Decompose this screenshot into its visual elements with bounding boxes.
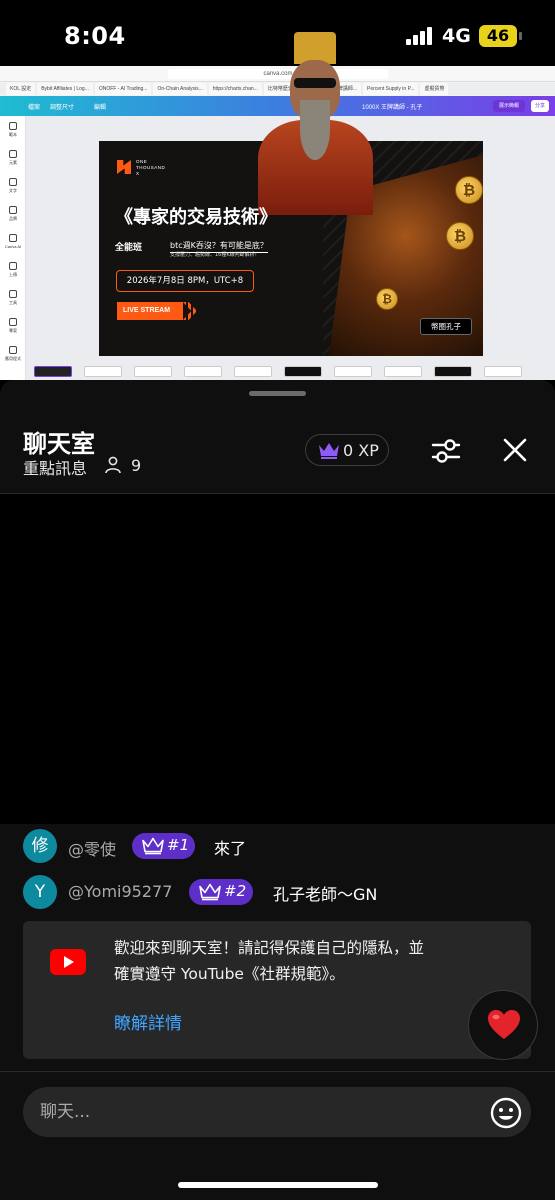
- browser-tab: Bybit Affiliates | Log...: [37, 83, 93, 95]
- canva-side-item: Canva AI: [0, 234, 26, 249]
- browser-tab: KOL 設定: [6, 83, 36, 95]
- filter-settings-icon[interactable]: [430, 435, 462, 467]
- chat-title: 聊天室: [23, 430, 95, 458]
- xp-value: 0 XP: [343, 441, 379, 460]
- canva-side-item: 工具: [0, 290, 26, 306]
- canva-side-item: 範本: [0, 122, 26, 138]
- crown-icon: [319, 443, 339, 459]
- message-author[interactable]: @零使: [68, 836, 116, 860]
- canva-present-button: 展示簡報: [493, 100, 525, 112]
- chat-mode-selector[interactable]: 重點訊息: [23, 455, 87, 479]
- rank-badge: #1: [132, 833, 195, 859]
- welcome-notice: 歡迎來到聊天室！請記得保護自己的隱私，並確實遵守 YouTube《社群規範》。 …: [23, 921, 531, 1059]
- slide-date: 2026年7月8日 8PM，UTC+8: [116, 270, 254, 292]
- slide-title: 《專家的交易技術》: [115, 207, 277, 228]
- canva-share-button: 分享: [531, 100, 549, 112]
- browser-bar: canva.com: [0, 66, 555, 82]
- browser-tab: Percent Supply in P...: [363, 83, 419, 95]
- browser-tabs: KOL 設定 Bybit Affiliates | Log... ONOFF -…: [0, 83, 555, 95]
- browser-tab: On-Chain Analysis...: [153, 83, 207, 95]
- live-stream-tag: LIVE STREAM: [117, 302, 183, 320]
- live-chat-panel: 聊天室 重點訊息 9 0 XP 修 @零使 #1 來了 Y @Yomi95277…: [0, 380, 555, 1200]
- browser-tab: https://charts.chan...: [208, 83, 262, 95]
- status-time: 8:04: [64, 22, 126, 50]
- canva-toolbar: 檔案 調整尺寸 編輯 1000X 王牌講師 - 孔子 展示簡報 分享: [0, 96, 555, 116]
- chat-message[interactable]: Y @Yomi95277 #2 孔子老師～GN: [0, 872, 555, 914]
- home-indicator: [178, 1182, 378, 1188]
- message-text: 來了: [214, 839, 247, 858]
- bitcoin-coin-icon: ₿: [455, 176, 483, 204]
- slide-subtitle: 支撐壓力、趨勢線、16種K線判斷解析！: [170, 252, 260, 258]
- person-icon: [105, 456, 121, 474]
- slide-class-label: 全能班: [115, 243, 143, 253]
- viewer-count: 9: [131, 456, 142, 475]
- browser-tab: 虛擬貨幣: [420, 83, 449, 95]
- canva-side-item: 文字: [0, 178, 26, 194]
- bitcoin-coin-icon: ₿: [446, 222, 474, 250]
- crown-icon: [142, 837, 164, 855]
- canva-side-item: 品牌: [0, 206, 26, 222]
- signal-icon: [406, 27, 434, 45]
- sunglasses-icon: [294, 78, 336, 88]
- chat-messages: [0, 494, 555, 824]
- slide-brand: ONE THOUSAND X: [136, 159, 166, 176]
- drag-handle[interactable]: [249, 391, 306, 396]
- close-icon[interactable]: [500, 435, 530, 465]
- input-divider: [0, 1071, 555, 1072]
- battery-icon: 46: [479, 25, 522, 47]
- status-bar: 8:04 4G 46: [0, 0, 555, 66]
- browser-tab: ONOFF - AI Trading...: [94, 83, 152, 95]
- canva-side-item: 上傳: [0, 262, 26, 278]
- figure-beard: [300, 100, 330, 160]
- message-text: 孔子老師～GN: [273, 885, 378, 904]
- chat-input[interactable]: [23, 1087, 531, 1137]
- canva-side-item: 應用程式: [0, 346, 26, 362]
- canva-sidebar: 範本 元素 文字 品牌 Canva AI 上傳 工具 專案 應用程式: [0, 116, 26, 380]
- canva-resize-menu: 調整尺寸: [50, 105, 75, 111]
- emoji-icon[interactable]: [490, 1097, 522, 1129]
- chat-message[interactable]: 修 @零使 #1 來了: [0, 826, 555, 868]
- slide-thumbnails: [26, 362, 555, 380]
- canva-doc-title: 1000X 王牌講師 - 孔子: [362, 105, 423, 111]
- rank-badge: #2: [189, 879, 253, 905]
- speaker-name-tag: 幣圈孔子: [420, 318, 472, 335]
- canva-side-item: 專案: [0, 318, 26, 334]
- message-author[interactable]: @Yomi95277: [68, 882, 172, 901]
- canva-edit-menu: 編輯: [94, 105, 107, 111]
- avatar[interactable]: Y: [23, 875, 57, 909]
- youtube-icon: [50, 949, 86, 975]
- canva-file-menu: 檔案: [28, 105, 41, 111]
- heart-icon: [488, 1010, 520, 1039]
- avatar[interactable]: 修: [23, 829, 57, 863]
- notice-text: 歡迎來到聊天室！請記得保護自己的隱私，並確實遵守 YouTube《社群規範》。: [114, 939, 425, 983]
- bitcoin-coin-icon: ₿: [376, 288, 398, 310]
- network-type: 4G: [442, 25, 471, 47]
- crown-icon: [199, 883, 221, 901]
- browser-url: canva.com: [168, 69, 388, 79]
- xp-button[interactable]: 0 XP: [305, 434, 389, 466]
- canva-side-item: 元素: [0, 150, 26, 166]
- heart-reaction-button[interactable]: [468, 990, 538, 1060]
- learn-more-link[interactable]: 瞭解詳情: [114, 1009, 182, 1034]
